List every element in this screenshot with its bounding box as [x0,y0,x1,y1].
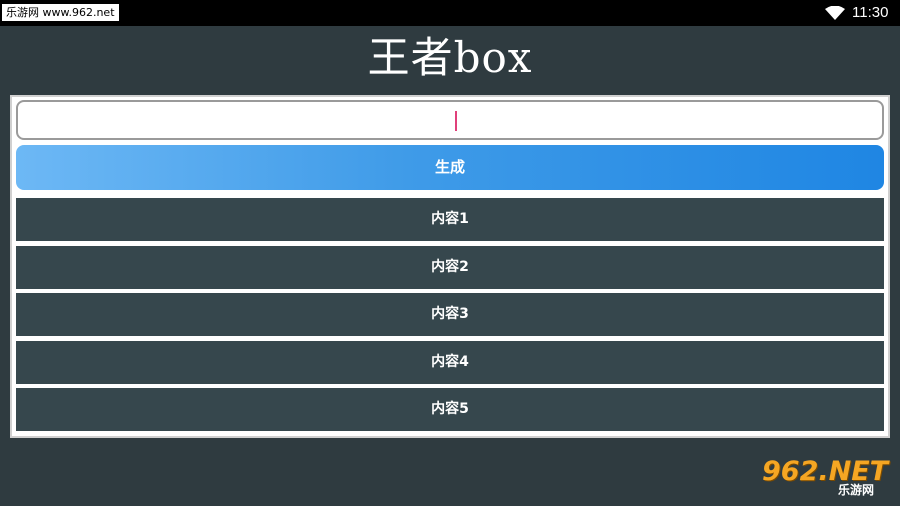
content-item-4[interactable]: 内容4 [16,340,884,384]
watermark-label: 乐游网 www.962.net [2,4,119,21]
text-input[interactable] [16,100,884,140]
content-list: 内容1 内容2 内容3 内容4 内容5 [16,198,884,436]
wifi-icon [825,6,845,20]
site-logo: 962.NET 乐游网 [760,455,894,501]
text-cursor [455,111,457,131]
status-bar: 乐游网 www.962.net 11:30 [0,0,900,26]
generate-button[interactable]: 生成 [16,145,884,190]
app-title: 王者box [367,33,533,82]
content-item-2[interactable]: 内容2 [16,245,884,289]
content-item-3[interactable]: 内容3 [16,293,884,336]
content-item-1[interactable]: 内容1 [16,198,884,241]
clock: 11:30 [852,4,889,21]
logo-sub-text: 乐游网 [838,483,875,497]
content-item-5[interactable]: 内容5 [16,388,884,431]
main-panel: 生成 内容1 内容2 内容3 内容4 内容5 [10,95,890,438]
